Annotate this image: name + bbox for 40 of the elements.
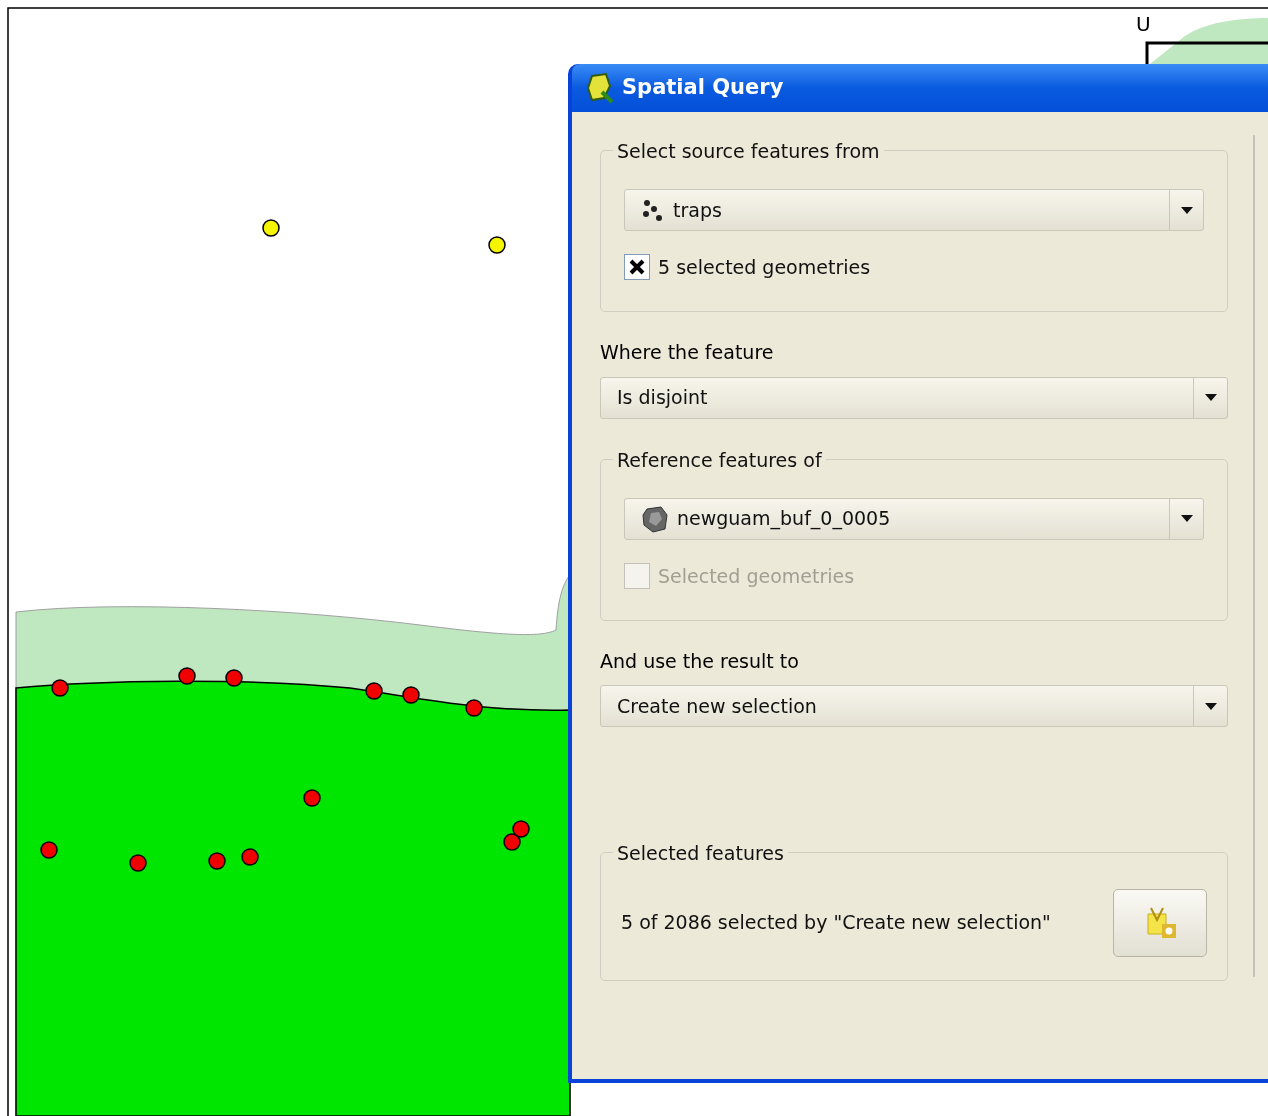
check-mark-icon [628,258,646,277]
dropdown-value: Create new selection [617,693,817,719]
dropdown[interactable]: newguam_buf_0_0005 [624,497,1204,540]
dropdown[interactable]: Is disjoint [600,376,1228,419]
caret-icon [1204,702,1217,710]
point-marker [488,236,506,254]
point-marker [241,848,259,866]
point-marker [178,667,196,685]
dropdown-value: Is disjoint [617,385,708,411]
caret-icon [1180,515,1193,522]
point-marker [402,686,420,704]
dropdown[interactable]: traps [624,189,1204,231]
point-marker [262,219,280,237]
dropdown-value: traps [673,197,722,223]
dropdown[interactable]: Create new selection [600,685,1228,727]
point-marker [225,669,243,687]
selection-summary: 5 of 2086 selected by "Create new selection" [621,910,1051,936]
zoom-to-selection-button[interactable] [1113,888,1207,957]
point-marker [365,682,383,700]
point-marker [303,789,321,807]
checkbox-label: 5 selected geometries [658,255,871,280]
point-marker [503,833,521,851]
point-marker [512,820,530,838]
field-label: And use the result to [600,648,799,674]
point-marker [465,699,483,717]
map-label: U [1136,12,1151,36]
point-marker [208,852,226,870]
point-layer-icon [641,198,665,222]
app-logo-icon [586,72,614,104]
field-label: Where the feature [600,340,774,365]
checkbox-label: Selected geometries [658,563,855,589]
dropdown-value: newguam_buf_0_0005 [677,506,891,532]
point-marker [129,854,147,872]
polygon-layer-icon [641,504,669,533]
checkbox[interactable] [624,254,650,281]
window-title: Spatial Query [622,74,784,102]
point-marker [51,679,69,697]
caret-icon [1204,394,1217,401]
caret-icon [1180,206,1193,214]
point-marker [40,841,58,859]
